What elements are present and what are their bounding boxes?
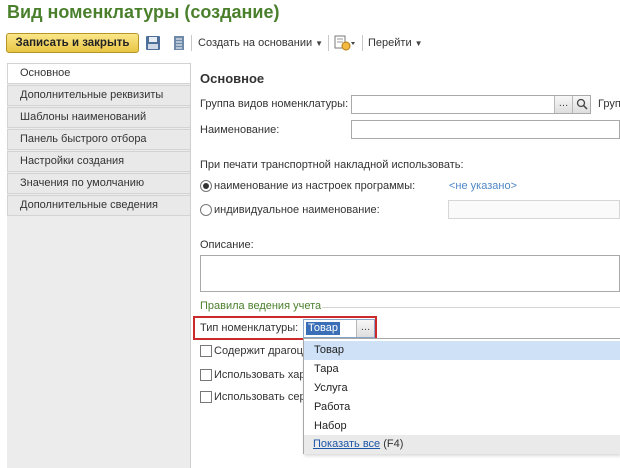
chevron-down-icon: ▼ bbox=[315, 39, 324, 48]
window-title: Вид номенклатуры (создание) bbox=[7, 2, 280, 22]
group-label: Группа видов номенклатуры: bbox=[200, 98, 349, 110]
toolbar-separator bbox=[362, 35, 363, 51]
ellipsis-button[interactable]: … bbox=[356, 320, 374, 337]
show-all-shortcut: (F4) bbox=[383, 438, 404, 450]
radio-program-name-label: наименование из настроек программы: bbox=[214, 180, 416, 192]
group-field[interactable]: … bbox=[351, 95, 591, 114]
dropdown-option[interactable]: Набор bbox=[304, 417, 620, 436]
name-label: Наименование: bbox=[200, 124, 280, 136]
group-divider bbox=[322, 307, 620, 308]
checkbox-use-characteristics[interactable] bbox=[200, 369, 212, 381]
ellipsis-button[interactable]: … bbox=[554, 96, 572, 113]
create-based-on-label: Создать на основании bbox=[198, 37, 313, 49]
dropdown-option[interactable]: Услуга bbox=[304, 379, 620, 398]
sidebar-item-defaults[interactable]: Значения по умолчанию bbox=[7, 173, 190, 194]
open-icon[interactable] bbox=[572, 96, 590, 113]
group-right-label: Групп bbox=[598, 98, 620, 110]
radio-program-name[interactable] bbox=[200, 180, 212, 192]
sidebar-item-additional-info[interactable]: Дополнительные сведения bbox=[7, 195, 190, 216]
radio-individual-name-label: индивидуальное наименование: bbox=[214, 204, 380, 216]
checkbox-use-series[interactable] bbox=[200, 391, 212, 403]
save-icon[interactable] bbox=[145, 35, 161, 51]
type-dropdown-list: Товар Тара Услуга Работа Набор Показать … bbox=[303, 338, 620, 454]
dropdown-footer: Показать все (F4) bbox=[304, 435, 620, 454]
structure-report-icon[interactable] bbox=[334, 35, 356, 51]
sidebar-item-quick-filter[interactable]: Панель быстрого отбора bbox=[7, 129, 190, 150]
dropdown-option[interactable]: Работа bbox=[304, 398, 620, 417]
checkbox-precious-metals-label: Содержит драгоц bbox=[214, 345, 303, 357]
show-all-link[interactable]: Показать все bbox=[313, 438, 380, 450]
dropdown-option[interactable]: Товар bbox=[304, 341, 620, 360]
sidebar-item-name-templates[interactable]: Шаблоны наименований bbox=[7, 107, 190, 128]
save-and-close-button[interactable]: Записать и закрыть bbox=[6, 33, 139, 53]
checkbox-use-series-label: Использовать сер bbox=[214, 391, 306, 403]
sidebar-item-creation-settings[interactable]: Настройки создания bbox=[7, 151, 190, 172]
dropdown-option[interactable]: Тара bbox=[304, 360, 620, 379]
name-field[interactable] bbox=[351, 120, 620, 139]
sidebar-item-main[interactable]: Основное bbox=[7, 63, 190, 84]
type-label: Тип номенклатуры: bbox=[200, 322, 299, 334]
create-based-on-menu[interactable]: Создать на основании ▼ bbox=[198, 37, 323, 49]
checkbox-precious-metals[interactable] bbox=[200, 345, 212, 357]
accounting-rules-group-title: Правила ведения учета bbox=[200, 300, 322, 312]
type-value: Товар bbox=[306, 322, 340, 335]
type-field[interactable]: Товар … bbox=[303, 319, 375, 338]
radio-individual-name[interactable] bbox=[200, 204, 212, 216]
program-name-link[interactable]: <не указано> bbox=[449, 180, 517, 192]
sidebar-item-additional-attributes[interactable]: Дополнительные реквизиты bbox=[7, 85, 190, 106]
checkbox-use-characteristics-label: Использовать хар bbox=[214, 369, 306, 381]
toolbar-separator bbox=[191, 35, 192, 51]
description-field[interactable] bbox=[200, 255, 620, 292]
individual-name-field[interactable] bbox=[448, 200, 620, 219]
panel-divider bbox=[190, 63, 191, 468]
go-to-label: Перейти bbox=[368, 37, 412, 49]
section-title: Основное bbox=[200, 71, 265, 86]
chevron-down-icon: ▼ bbox=[414, 39, 423, 48]
go-to-menu[interactable]: Перейти ▼ bbox=[368, 37, 423, 49]
document-list-icon[interactable] bbox=[171, 35, 187, 51]
toolbar-separator bbox=[328, 35, 329, 51]
description-label: Описание: bbox=[200, 239, 254, 251]
print-usage-label: При печати транспортной накладной исполь… bbox=[200, 159, 464, 171]
